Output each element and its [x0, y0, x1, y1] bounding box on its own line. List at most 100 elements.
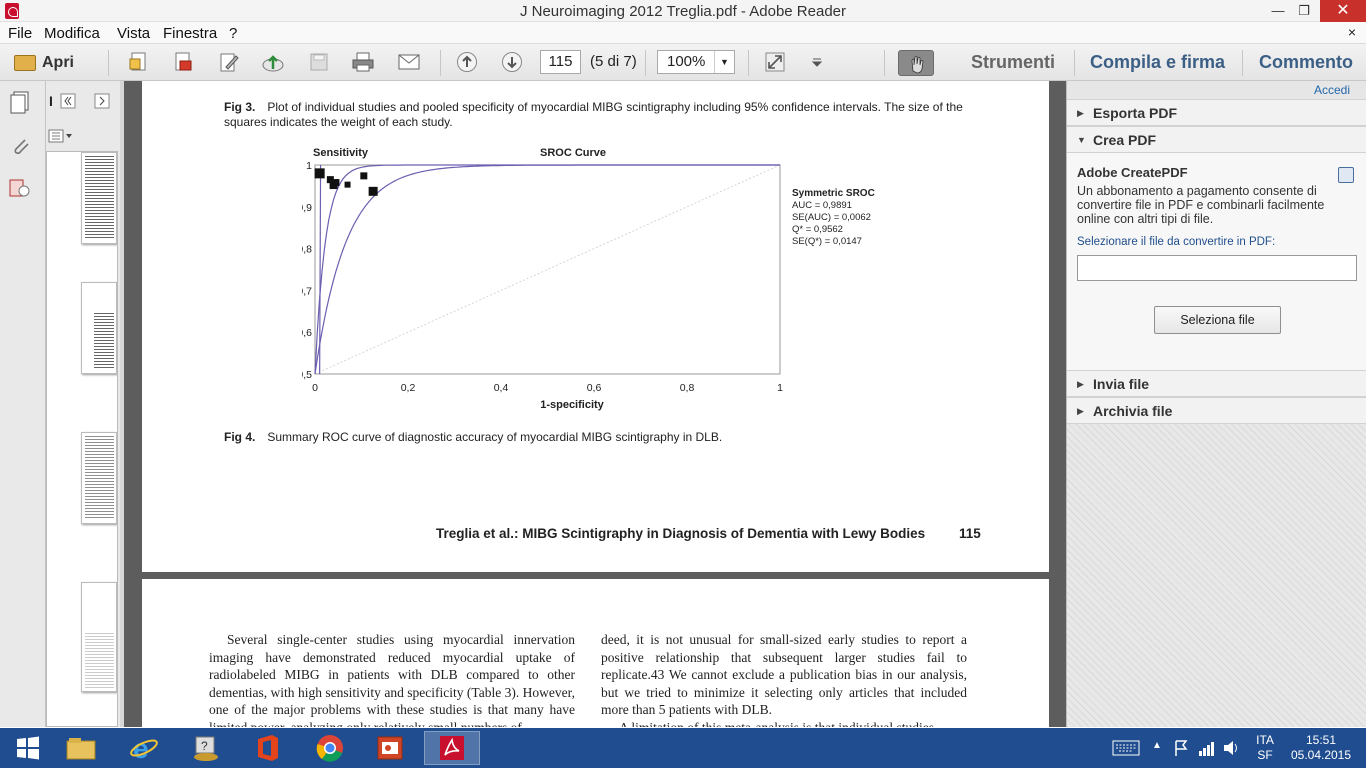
volume-icon[interactable]	[1222, 739, 1240, 760]
tab-fill-sign[interactable]: Compila e firma	[1090, 44, 1225, 81]
adobe-reader-taskbar-icon[interactable]	[424, 731, 480, 765]
x-axis-label: 1-specificity	[540, 399, 604, 411]
page-thumbnails-icon[interactable]	[9, 90, 33, 117]
fig3-label: Fig 3.	[224, 100, 256, 114]
page-thumbnail[interactable]	[81, 432, 117, 524]
next-page-icon[interactable]	[499, 50, 525, 74]
signatures-icon[interactable]	[8, 176, 32, 203]
select-file-label: Selezionare il file da convertire in PDF…	[1077, 236, 1276, 248]
menu-help[interactable]: ?	[229, 25, 237, 42]
diagonal-line	[314, 164, 781, 375]
section-create-pdf[interactable]: ▼ Crea PDF	[1067, 126, 1366, 153]
convert-pdf-icon[interactable]	[170, 50, 196, 74]
study-point	[314, 168, 325, 179]
language-indicator[interactable]: ITA SF	[1252, 733, 1278, 763]
chevron-right-icon: ▶	[1077, 406, 1084, 416]
powerpoint-icon[interactable]	[362, 731, 418, 765]
fullscreen-icon[interactable]	[762, 50, 788, 74]
section-store-files[interactable]: ▶ Archivia file	[1067, 397, 1366, 424]
createpdf-title: Adobe CreatePDF	[1077, 165, 1188, 180]
createpdf-description: Un abbonamento a pagamento consente di c…	[1077, 184, 1325, 226]
study-point	[332, 179, 340, 187]
y-tick-label: 0,9	[302, 202, 312, 214]
y-tick-label: 0,7	[302, 285, 312, 297]
previous-page-icon[interactable]	[454, 50, 480, 74]
createpdf-icon	[1338, 167, 1354, 183]
title-bar: J Neuroimaging 2012 Treglia.pdf - Adobe …	[0, 0, 1366, 22]
options-menu-icon[interactable]	[48, 129, 74, 146]
page-thumbnail[interactable]	[81, 152, 117, 244]
page-number-input[interactable]: 115	[540, 50, 581, 74]
toolbar-separator	[884, 50, 885, 76]
folder-icon	[14, 55, 36, 71]
annotation-line: Q* = 0,9562	[792, 224, 843, 235]
text-column-left: Several single-center studies using myoc…	[209, 632, 575, 727]
zoom-value: 100%	[667, 53, 706, 70]
annotation-title: Symmetric SROC	[792, 188, 875, 199]
page-thumbnail[interactable]	[81, 582, 117, 692]
save-icon[interactable]	[306, 50, 332, 74]
upload-cloud-icon[interactable]	[260, 50, 286, 74]
expand-pane-icon[interactable]	[94, 93, 110, 112]
page-number: 115	[959, 526, 981, 541]
network-icon[interactable]	[1198, 739, 1216, 760]
show-hidden-icons-icon[interactable]: ▲	[1152, 740, 1162, 751]
hand-tool-button[interactable]	[898, 50, 934, 76]
close-button[interactable]: ✕	[1320, 0, 1366, 22]
section-send-files[interactable]: ▶ Invia file	[1067, 370, 1366, 397]
page-thumbnail[interactable]	[81, 282, 117, 374]
menu-finestra[interactable]: Finestra	[163, 25, 217, 42]
select-file-button[interactable]: Seleziona file	[1154, 306, 1281, 334]
pane-background	[1067, 424, 1366, 727]
office-icon[interactable]	[240, 731, 296, 765]
x-tick-label: 0,6	[587, 382, 602, 394]
email-icon[interactable]	[396, 50, 422, 74]
minimize-button[interactable]: —	[1264, 0, 1292, 22]
chevron-right-icon: ▶	[1077, 108, 1084, 118]
toolbar-options-icon[interactable]	[804, 50, 830, 74]
selected-file-field[interactable]	[1077, 255, 1357, 281]
clock[interactable]: 15:51 05.04.2015	[1288, 733, 1354, 763]
print-icon[interactable]	[350, 50, 376, 74]
menu-vista[interactable]: Vista	[117, 25, 150, 42]
start-button[interactable]	[0, 731, 56, 765]
collapse-pane-icon[interactable]	[60, 93, 76, 112]
close-document-icon[interactable]: ×	[1348, 24, 1356, 40]
thumbnail-list[interactable]	[46, 151, 118, 727]
y-tick-label: 0,5	[302, 369, 312, 381]
tab-comment[interactable]: Commento	[1259, 44, 1353, 81]
x-tick-label: 0,8	[680, 382, 695, 394]
x-tick-label: 0	[312, 382, 318, 394]
file-explorer-icon[interactable]	[53, 731, 109, 765]
zoom-select[interactable]: 100% ▼	[657, 50, 735, 74]
annotation-line: SE(Q*) = 0,0147	[792, 236, 862, 247]
menu-bar: File Modifica Vista Finestra ? ×	[0, 22, 1366, 44]
annotation-line: SE(AUC) = 0,0062	[792, 212, 871, 223]
paragraph: deed, it is not unusual for small-sized …	[601, 632, 967, 717]
attachment-icon[interactable]	[8, 134, 32, 161]
open-button[interactable]: Apri	[14, 50, 74, 76]
help-desk-icon[interactable]: ?	[178, 731, 234, 765]
tools-pane: Accedi ▶ Esporta PDF ▼ Crea PDF Adobe Cr…	[1066, 81, 1366, 727]
menu-modifica[interactable]: Modifica	[44, 25, 100, 42]
running-head: Treglia et al.: MIBG Scintigraphy in Dia…	[436, 526, 926, 541]
svg-text:?: ?	[201, 739, 208, 753]
flag-icon[interactable]	[1173, 739, 1189, 760]
sroc-chart: Sensitivity SROC Curve 0 0,2 0,4 0,6 0,8 1 1 0,…	[302, 147, 875, 411]
document-viewer[interactable]: Fig 3. Plot of individual studies and poo…	[124, 81, 1066, 727]
edit-icon[interactable]	[216, 50, 242, 74]
keyboard-icon[interactable]	[1112, 740, 1140, 759]
restore-button[interactable]: ❐	[1290, 0, 1318, 22]
pdf-page: Fig 3. Plot of individual studies and poo…	[142, 81, 1049, 572]
section-export-pdf[interactable]: ▶ Esporta PDF	[1067, 99, 1366, 126]
chart-title: SROC Curve	[540, 147, 606, 159]
tab-tools[interactable]: Strumenti	[971, 44, 1055, 81]
chrome-icon[interactable]	[302, 731, 358, 765]
chevron-down-icon[interactable]: ▼	[714, 51, 734, 73]
internet-explorer-icon[interactable]: e	[116, 731, 172, 765]
annotation-line: AUC = 0,9891	[792, 200, 852, 211]
create-pdf-icon[interactable]	[126, 50, 152, 74]
fig3-caption: Fig 3. Plot of individual studies and poo…	[224, 100, 963, 129]
sign-in-link[interactable]: Accedi	[1314, 83, 1350, 97]
menu-file[interactable]: File	[8, 25, 32, 42]
